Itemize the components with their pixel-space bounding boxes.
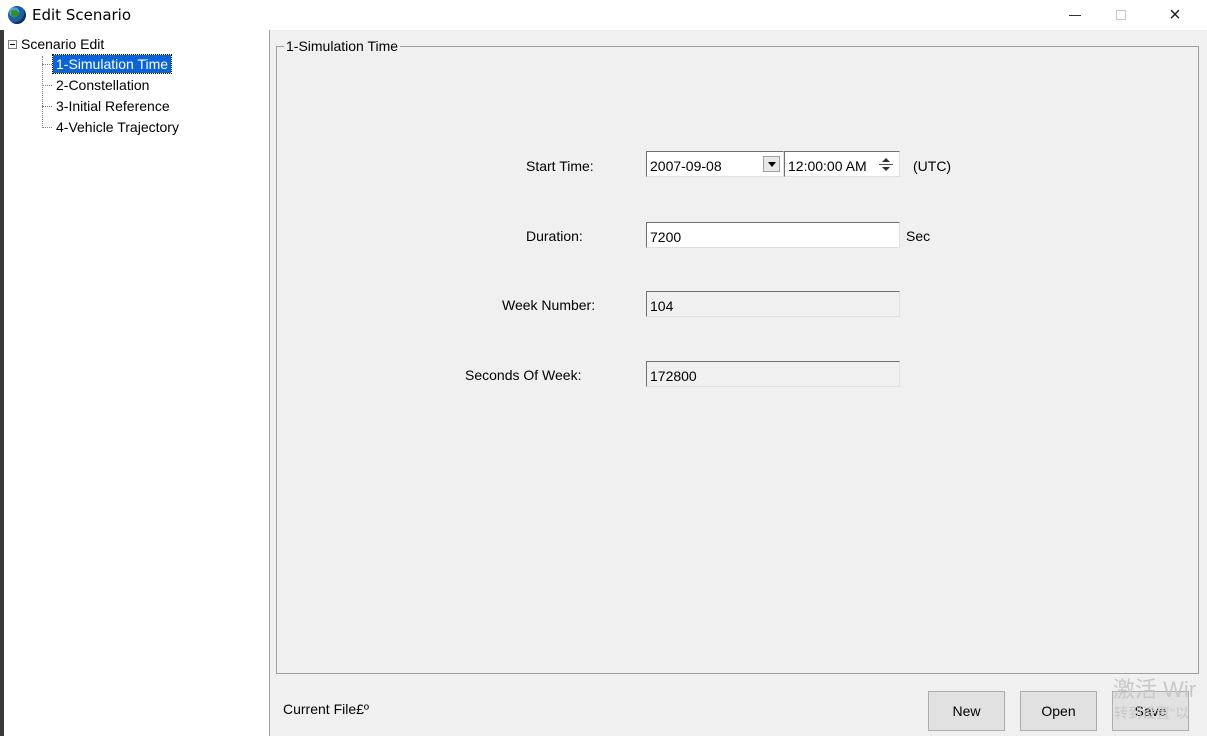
chevron-down-icon[interactable] bbox=[763, 156, 780, 172]
seconds-of-week-field: 172800 bbox=[646, 361, 900, 387]
scenario-tree[interactable]: Scenario Edit 1-Simulation Time 2-Conste… bbox=[4, 30, 270, 736]
start-time-label: Start Time: bbox=[526, 158, 594, 174]
start-time-value: 12:00:00 AM bbox=[788, 158, 867, 174]
spin-down-icon[interactable] bbox=[882, 166, 890, 171]
tree-branch-line bbox=[42, 63, 52, 65]
spin-divider bbox=[879, 163, 893, 165]
tree-item-label: 2-Constellation bbox=[56, 77, 150, 93]
minimize-icon bbox=[1069, 14, 1081, 16]
spin-up-icon[interactable] bbox=[882, 157, 890, 162]
title-bar: Edit Scenario × bbox=[0, 0, 1207, 30]
new-button[interactable]: New bbox=[928, 691, 1005, 731]
start-date-picker[interactable]: 2007-09-08 bbox=[646, 151, 784, 177]
close-icon: × bbox=[1169, 3, 1181, 26]
close-button[interactable]: × bbox=[1152, 0, 1198, 30]
simulation-time-group bbox=[276, 46, 1199, 674]
seconds-of-week-value: 172800 bbox=[650, 368, 697, 384]
activation-watermark-title: 激活 Wir bbox=[1113, 677, 1197, 702]
tree-root-label: Scenario Edit bbox=[21, 36, 105, 52]
tree-item-initial-reference[interactable]: 3-Initial Reference bbox=[42, 97, 173, 115]
tree-item-label: 4-Vehicle Trajectory bbox=[56, 119, 179, 135]
window-title: Edit Scenario bbox=[32, 6, 132, 24]
tree-item-simulation-time[interactable]: 1-Simulation Time bbox=[42, 54, 173, 74]
current-file-label: Current File£º bbox=[283, 701, 370, 717]
open-button[interactable]: Open bbox=[1020, 691, 1097, 731]
week-number-label: Week Number: bbox=[502, 297, 596, 313]
utc-label: (UTC) bbox=[913, 158, 952, 174]
tree-item-label: 1-Simulation Time bbox=[51, 54, 173, 74]
week-number-field: 104 bbox=[646, 291, 900, 317]
duration-label: Duration: bbox=[526, 228, 583, 244]
duration-value: 7200 bbox=[650, 229, 682, 245]
activation-watermark-text: 转到设置"以 bbox=[1114, 705, 1189, 721]
start-time-picker[interactable]: 12:00:00 AM bbox=[784, 151, 900, 177]
globe-icon bbox=[8, 6, 26, 24]
collapse-icon[interactable] bbox=[8, 39, 17, 49]
tree-branch-line bbox=[42, 105, 52, 107]
tree-branch-line bbox=[42, 126, 52, 128]
minimize-button[interactable] bbox=[1052, 0, 1098, 30]
duration-input[interactable]: 7200 bbox=[646, 222, 900, 248]
maximize-icon bbox=[1116, 10, 1126, 20]
tree-root[interactable]: Scenario Edit bbox=[8, 36, 104, 52]
duration-unit: Sec bbox=[906, 228, 931, 244]
maximize-button[interactable] bbox=[1098, 0, 1144, 30]
tree-item-vehicle-trajectory[interactable]: 4-Vehicle Trajectory bbox=[42, 118, 182, 136]
seconds-of-week-label: Seconds Of Week: bbox=[465, 367, 582, 383]
tree-item-label: 3-Initial Reference bbox=[56, 98, 170, 114]
week-number-value: 104 bbox=[650, 298, 674, 314]
time-spinner-icon[interactable] bbox=[877, 155, 895, 173]
start-date-value: 2007-09-08 bbox=[650, 158, 722, 174]
tree-branch-line bbox=[42, 84, 52, 86]
group-title: 1-Simulation Time bbox=[284, 38, 401, 54]
tree-item-constellation[interactable]: 2-Constellation bbox=[42, 76, 152, 94]
